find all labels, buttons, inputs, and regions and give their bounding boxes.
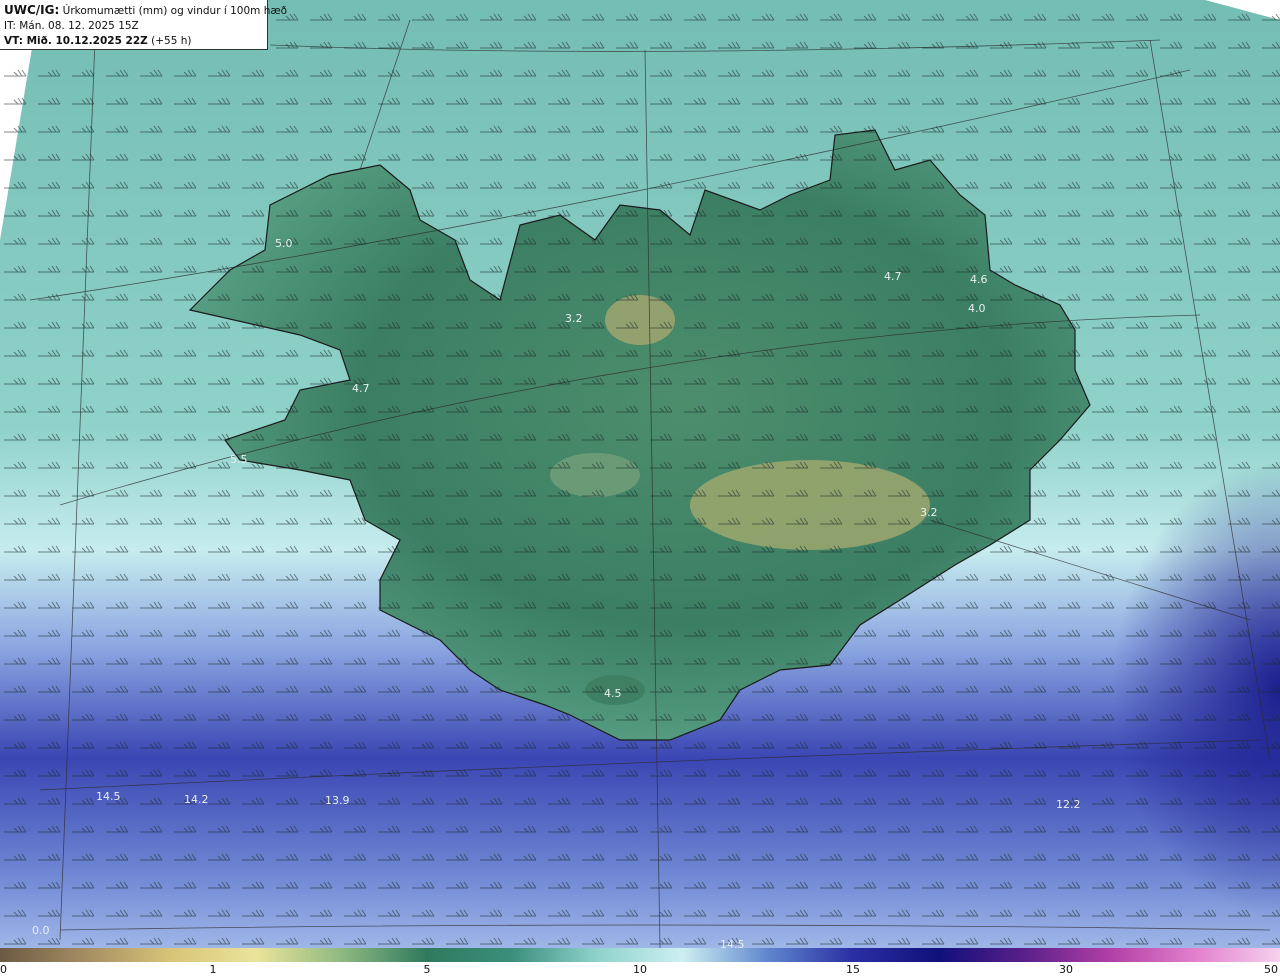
map-header: UWC/IG: Úrkomumætti (mm) og vindur í 100… (0, 0, 287, 50)
map-label: 0.0 (32, 924, 50, 937)
colorbar-tick-label: 1 (209, 963, 217, 976)
map-label: 12.2 (1056, 798, 1081, 811)
colorbar-tick-label: 30 (1059, 963, 1073, 976)
map-label: 13.9 (325, 794, 350, 807)
precipitation-wind-map: 5.0 4.7 3.2 4.7 4.0 4.6 5.5 3.2 4.5 14.5… (0, 0, 1280, 948)
valid-time: VT: Mið. 10.12.2025 22Z (4, 35, 148, 47)
map-label: 3.2 (920, 506, 938, 519)
map-label: 14.5 (720, 938, 745, 948)
colorbar-tick-label: 15 (846, 963, 860, 976)
map-label: 5.5 (230, 453, 248, 466)
product-name: UWC/IG: (4, 3, 60, 17)
map-label: 4.6 (970, 273, 988, 286)
lead-time: (+55 h) (151, 35, 192, 47)
colorbar-tick-label: 0 (0, 963, 7, 976)
colorbar-tick-label: 10 (633, 963, 647, 976)
map-label: 3.2 (565, 312, 583, 325)
map-label: 5.0 (275, 237, 293, 250)
colorbar-tick-label: 5 (423, 963, 431, 976)
map-label: 14.2 (184, 793, 209, 806)
colorbar-strip (0, 948, 1280, 962)
colorbar-tick-label: 50 (1264, 963, 1278, 976)
map-label: 4.0 (968, 302, 986, 315)
map-label: 14.5 (96, 790, 121, 803)
colorbar: 0 1 5 10 15 30 50 (0, 948, 1280, 978)
map-label: 4.5 (604, 687, 622, 700)
init-time: IT: Mán. 08. 12. 2025 15Z (4, 20, 139, 32)
map-label: 4.7 (884, 270, 902, 283)
map-label: 4.7 (352, 382, 370, 395)
map-title: Úrkomumætti (mm) og vindur í 100m hæð (62, 5, 288, 17)
